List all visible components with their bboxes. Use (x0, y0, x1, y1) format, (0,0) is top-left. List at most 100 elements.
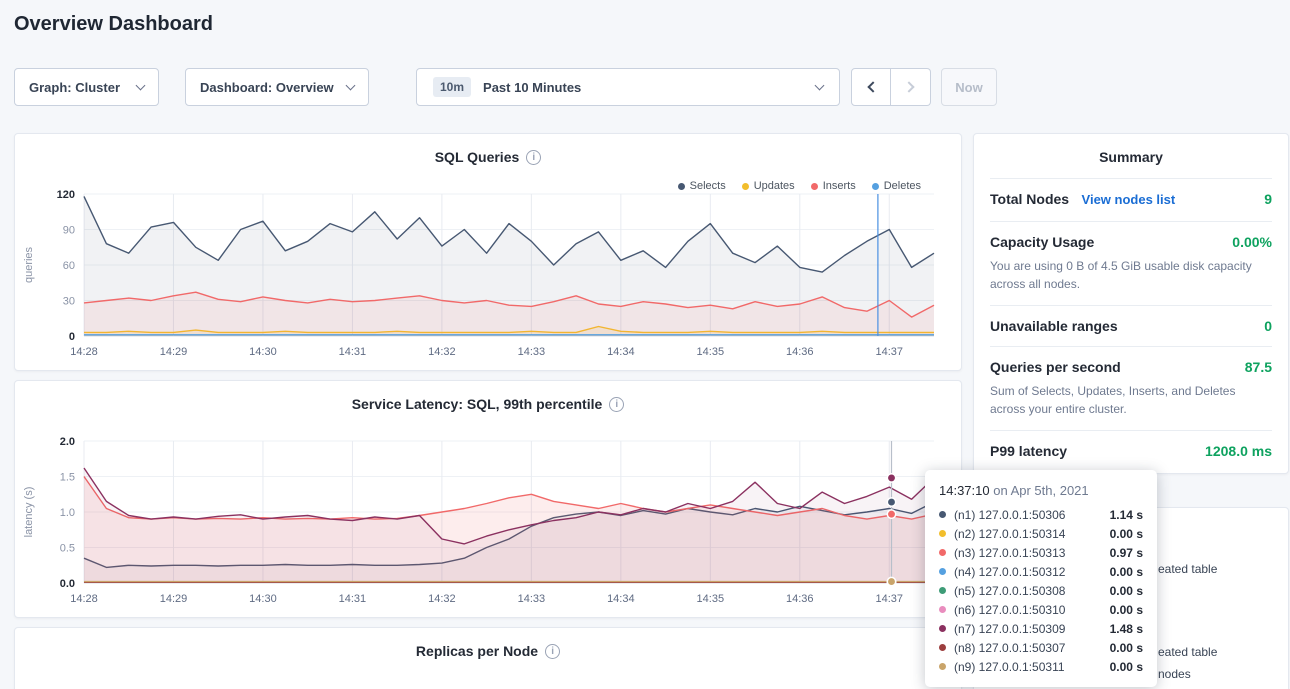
chart-title: SQL Queries (435, 149, 520, 165)
tooltip-node-value: 0.00 s (1110, 565, 1143, 579)
next-time-button[interactable] (891, 68, 931, 106)
svg-text:90: 90 (63, 225, 75, 237)
page-title: Overview Dashboard (14, 13, 213, 36)
tooltip-row: (n6) 127.0.0.1:50310 0.00 s (939, 600, 1143, 619)
svg-text:14:30: 14:30 (249, 346, 277, 358)
svg-text:60: 60 (63, 260, 75, 272)
event-item[interactable]: eated table (1158, 562, 1217, 576)
svg-text:14:28: 14:28 (70, 593, 98, 605)
svg-text:14:35: 14:35 (697, 593, 725, 605)
qps-description: Sum of Selects, Updates, Inserts, and De… (990, 382, 1272, 418)
svg-text:14:29: 14:29 (160, 593, 188, 605)
tooltip-row: (n7) 127.0.0.1:503091.48 s (939, 619, 1143, 638)
tooltip-row: (n5) 127.0.0.1:503080.00 s (939, 581, 1143, 600)
tooltip-node-label: (n1) 127.0.0.1:50306 (954, 508, 1102, 522)
series-color-dot (939, 530, 946, 537)
tooltip-node-value: 0.97 s (1110, 546, 1143, 560)
tooltip-row: (n9) 127.0.0.1:50311 0.00 s (939, 657, 1143, 676)
chevron-right-icon (903, 81, 914, 92)
tooltip-node-value: 0.00 s (1110, 641, 1143, 655)
tooltip-node-label: (n9) 127.0.0.1:50311 (954, 660, 1102, 674)
chevron-left-icon (867, 81, 878, 92)
tooltip-node-value: 0.00 s (1110, 603, 1143, 617)
dashboard-dropdown[interactable]: Dashboard: Overview (185, 68, 369, 106)
svg-text:14:35: 14:35 (697, 346, 725, 358)
svg-text:0: 0 (69, 331, 75, 343)
tooltip-date: on Apr 5th, 2021 (993, 483, 1088, 498)
summary-row-unavailable-ranges: Unavailable ranges 0 (990, 305, 1272, 346)
svg-text:14:32: 14:32 (428, 593, 456, 605)
qps-label: Queries per second (990, 359, 1121, 375)
svg-text:queries: queries (23, 246, 35, 283)
tooltip-node-value: 1.48 s (1110, 622, 1143, 636)
tooltip-node-value: 0.00 s (1110, 660, 1143, 674)
svg-text:14:28: 14:28 (70, 346, 98, 358)
series-color-dot (939, 625, 946, 632)
series-color-dot (939, 568, 946, 575)
sql-queries-chart[interactable]: 14:2814:2914:3014:3114:3214:3314:3414:35… (16, 184, 960, 364)
overview-dashboard-page: Overview Dashboard Graph: Cluster Dashbo… (0, 0, 1290, 689)
svg-text:14:32: 14:32 (428, 346, 456, 358)
svg-text:14:33: 14:33 (518, 346, 546, 358)
svg-text:2.0: 2.0 (60, 436, 75, 448)
svg-text:14:33: 14:33 (518, 593, 546, 605)
series-color-dot (939, 663, 946, 670)
series-color-dot (939, 606, 946, 613)
chart-title-row: Service Latency: SQL, 99th percentile (15, 381, 961, 412)
tooltip-row: (n4) 127.0.0.1:50312 0.00 s (939, 562, 1143, 581)
summary-row-p99-latency: P99 latency 1208.0 ms (990, 430, 1272, 471)
summary-panel: Summary Total Nodes View nodes list 9 Ca… (973, 133, 1289, 474)
tooltip-title: 14:37:10 on Apr 5th, 2021 (939, 483, 1143, 498)
p99-latency-value: 1208.0 ms (1205, 443, 1272, 459)
qps-value: 87.5 (1245, 359, 1272, 375)
event-item[interactable]: nodes (1158, 667, 1191, 681)
svg-text:14:31: 14:31 (339, 593, 367, 605)
time-range-label: Past 10 Minutes (483, 80, 816, 95)
event-item[interactable]: eated table (1158, 645, 1217, 659)
series-color-dot (939, 587, 946, 594)
svg-text:0.0: 0.0 (60, 578, 75, 590)
svg-text:14:37: 14:37 (875, 346, 903, 358)
svg-text:14:34: 14:34 (607, 346, 635, 358)
prev-time-button[interactable] (851, 68, 891, 106)
tooltip-node-label: (n6) 127.0.0.1:50310 (954, 603, 1102, 617)
time-range-dropdown[interactable]: 10m Past 10 Minutes (416, 68, 840, 106)
replicas-per-node-chart-panel: Replicas per Node (14, 627, 962, 689)
graph-dropdown[interactable]: Graph: Cluster (14, 68, 159, 106)
service-latency-chart-panel: Service Latency: SQL, 99th percentile 14… (14, 380, 962, 618)
svg-text:30: 30 (63, 296, 75, 308)
tooltip-rows: (n1) 127.0.0.1:50306 1.14 s (n2) 127.0.0.1… (939, 505, 1143, 676)
series-color-dot (939, 549, 946, 556)
capacity-value: 0.00% (1232, 234, 1272, 250)
info-icon[interactable] (609, 397, 624, 412)
series-color-dot (939, 511, 946, 518)
chart-title-row: Replicas per Node (15, 628, 961, 659)
graph-dropdown-label: Graph: Cluster (29, 80, 120, 95)
svg-text:1.5: 1.5 (60, 472, 75, 484)
tooltip-node-label: (n5) 127.0.0.1:50308 (954, 584, 1102, 598)
svg-text:14:36: 14:36 (786, 346, 814, 358)
info-icon[interactable] (545, 644, 560, 659)
chevron-down-icon (815, 80, 825, 90)
chevron-down-icon (136, 80, 146, 90)
unavailable-ranges-value: 0 (1264, 318, 1272, 334)
tooltip-node-value: 1.14 s (1110, 508, 1143, 522)
chart-hover-tooltip: 14:37:10 on Apr 5th, 2021 (n1) 127.0.0.1… (925, 470, 1157, 687)
tooltip-node-label: (n4) 127.0.0.1:50312 (954, 565, 1102, 579)
info-icon[interactable] (526, 150, 541, 165)
view-nodes-list-link[interactable]: View nodes list (1082, 192, 1176, 207)
svg-text:14:30: 14:30 (249, 593, 277, 605)
svg-text:latency (s): latency (s) (23, 487, 35, 538)
sql-queries-chart-panel: SQL Queries SelectsUpdatesInsertsDeletes… (14, 133, 962, 371)
toolbar: Graph: Cluster Dashboard: Overview 10m P… (14, 68, 1276, 106)
service-latency-chart[interactable]: 14:2814:2914:3014:3114:3214:3314:3414:35… (16, 431, 960, 611)
chevron-down-icon (346, 80, 356, 90)
tooltip-row: (n1) 127.0.0.1:50306 1.14 s (939, 505, 1143, 524)
tooltip-row: (n2) 127.0.0.1:503140.00 s (939, 524, 1143, 543)
now-button[interactable]: Now (941, 68, 997, 106)
svg-text:14:36: 14:36 (786, 593, 814, 605)
chart-title-row: SQL Queries (15, 134, 961, 165)
tooltip-row: (n8) 127.0.0.1:503070.00 s (939, 638, 1143, 657)
p99-latency-label: P99 latency (990, 443, 1067, 459)
svg-text:0.5: 0.5 (60, 543, 75, 555)
